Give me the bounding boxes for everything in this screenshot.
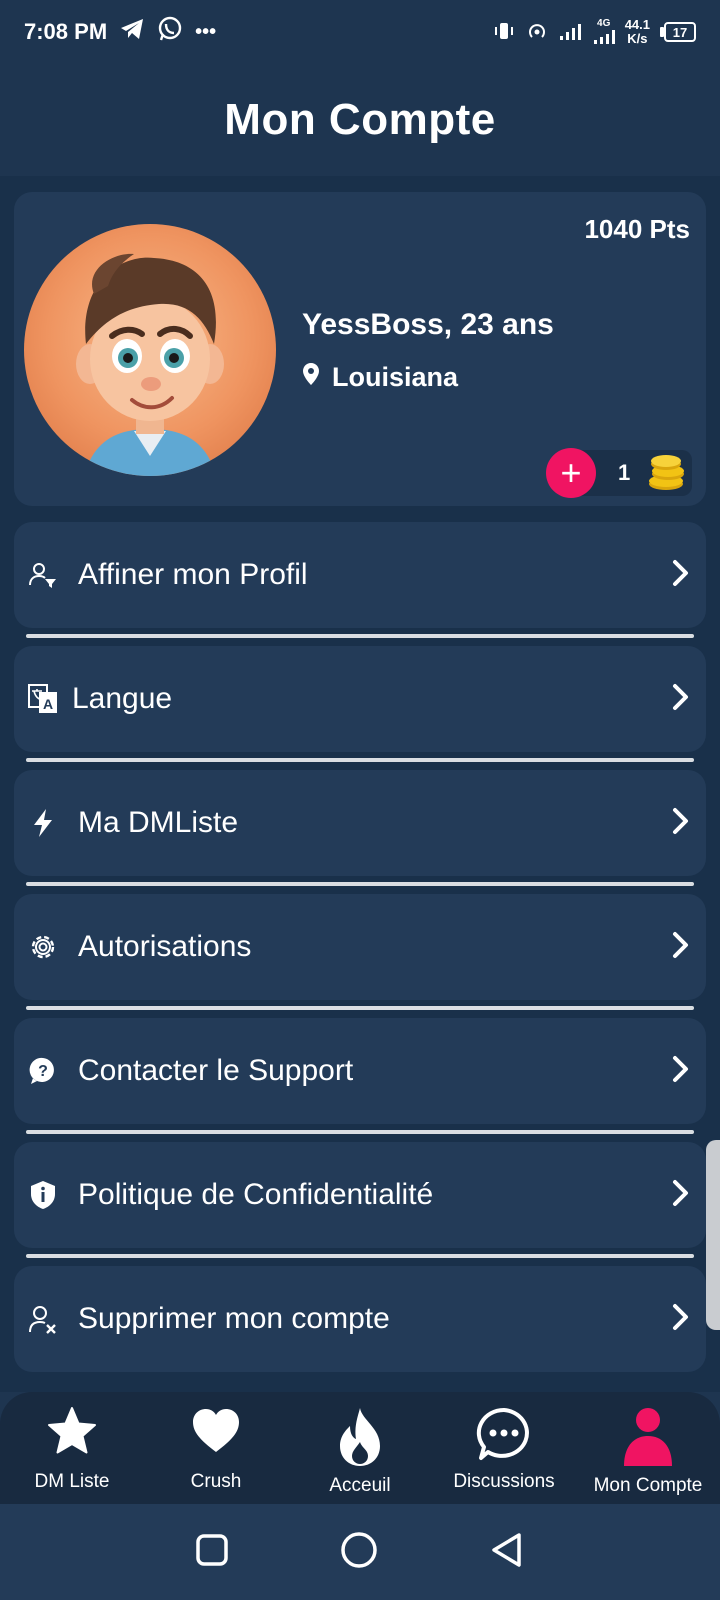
bolt-icon bbox=[26, 806, 60, 840]
menu-item-label: Ma DMListe bbox=[78, 806, 239, 839]
shield-info-icon bbox=[26, 1178, 60, 1212]
divider bbox=[26, 758, 694, 762]
heart-icon bbox=[190, 1406, 242, 1461]
profile-card: 1040 Pts YessBoss, 23 ans Louisiana + 1 bbox=[14, 192, 706, 506]
telegram-icon bbox=[119, 17, 145, 47]
nav-label: Discussions bbox=[453, 1471, 555, 1492]
svg-text:?: ? bbox=[38, 1063, 48, 1080]
person-icon bbox=[620, 1406, 676, 1473]
back-button[interactable] bbox=[489, 1531, 525, 1574]
chevron-right-icon bbox=[670, 806, 692, 841]
menu-item-label: Autorisations bbox=[78, 930, 252, 963]
chevron-right-icon bbox=[670, 558, 692, 593]
question-circle-icon: ? bbox=[26, 1054, 60, 1088]
menu-item-language[interactable]: A Langue bbox=[14, 646, 706, 752]
map-pin-icon bbox=[302, 362, 320, 393]
menu-item-label: Langue bbox=[72, 682, 173, 715]
chevron-right-icon bbox=[670, 682, 692, 717]
flame-icon bbox=[334, 1406, 386, 1473]
profile-name: YessBoss, 23 ans bbox=[302, 308, 554, 341]
points-value: 1040 Pts bbox=[584, 214, 690, 244]
profile-location: Louisiana bbox=[302, 362, 458, 393]
coins-widget: + 1 bbox=[546, 448, 692, 498]
scroll-indicator[interactable] bbox=[706, 1140, 720, 1330]
battery-level: 17 bbox=[664, 22, 696, 42]
user-remove-icon bbox=[26, 1302, 60, 1336]
divider bbox=[26, 1006, 694, 1010]
chevron-right-icon bbox=[670, 1178, 692, 1213]
user-filter-icon bbox=[26, 558, 60, 592]
whatsapp-icon bbox=[157, 16, 183, 48]
chevron-right-icon bbox=[670, 930, 692, 965]
chevron-right-icon bbox=[670, 1054, 692, 1089]
system-navigation-bar bbox=[0, 1504, 720, 1600]
nav-label: Mon Compte bbox=[593, 1475, 703, 1496]
nav-item-my-account[interactable]: Mon Compte bbox=[576, 1392, 720, 1504]
menu-item-label: Supprimer mon compte bbox=[78, 1302, 390, 1335]
status-bar: 7:08 PM ••• 4G 44.1 K/s 17 bbox=[0, 0, 720, 64]
recents-button[interactable] bbox=[195, 1533, 229, 1572]
translate-icon: A bbox=[26, 682, 60, 716]
nav-item-crush[interactable]: Crush bbox=[144, 1392, 288, 1504]
battery-icon: 17 bbox=[660, 22, 696, 42]
nav-label: Acceuil bbox=[329, 1475, 391, 1496]
page-title: Mon Compte bbox=[224, 95, 496, 144]
location-label: Louisiana bbox=[332, 362, 459, 392]
speed-value: 44.1 bbox=[624, 17, 650, 33]
gear-icon bbox=[26, 930, 60, 964]
menu-item-privacy-policy[interactable]: Politique de Confidentialité bbox=[14, 1142, 706, 1248]
app-bar: Mon Compte bbox=[0, 64, 720, 176]
chat-bubble-icon bbox=[475, 1406, 533, 1467]
speed-unit: K/s bbox=[627, 31, 648, 46]
svg-text:A: A bbox=[43, 696, 53, 712]
avatar[interactable] bbox=[24, 224, 276, 476]
nav-item-discussions[interactable]: Discussions bbox=[432, 1392, 576, 1504]
vibrate-icon bbox=[493, 20, 515, 45]
menu-item-label: Contacter le Support bbox=[78, 1054, 354, 1087]
star-icon bbox=[46, 1406, 98, 1461]
menu-item-label: Politique de Confidentialité bbox=[78, 1178, 434, 1211]
menu-item-delete-account[interactable]: Supprimer mon compte bbox=[14, 1266, 706, 1372]
chevron-right-icon bbox=[670, 1302, 692, 1337]
menu-item-label: Affiner mon Profil bbox=[78, 558, 308, 591]
hotspot-icon bbox=[525, 20, 549, 45]
network-indicator: 4G bbox=[593, 19, 615, 45]
nav-item-home[interactable]: Acceuil bbox=[288, 1392, 432, 1504]
bottom-navigation: DM Liste Crush Acceuil Discussions Mon C… bbox=[0, 1392, 720, 1504]
menu-item-refine-profile[interactable]: Affiner mon Profil bbox=[14, 522, 706, 628]
menu-item-contact-support[interactable]: ? Contacter le Support bbox=[14, 1018, 706, 1124]
coins-icon bbox=[646, 454, 686, 497]
account-content[interactable]: 1040 Pts YessBoss, 23 ans Louisiana + 1 bbox=[0, 176, 720, 1392]
menu-item-dm-list[interactable]: Ma DMListe bbox=[14, 770, 706, 876]
nav-label: Crush bbox=[190, 1471, 242, 1492]
status-time: 7:08 PM bbox=[24, 19, 108, 44]
network-type: 4G bbox=[597, 18, 611, 29]
coins-count: 1 bbox=[618, 460, 631, 485]
menu-item-permissions[interactable]: Autorisations bbox=[14, 894, 706, 1000]
more-notifications-icon: ••• bbox=[195, 20, 217, 43]
data-speed: 44.1 K/s bbox=[625, 18, 650, 45]
nav-label: DM Liste bbox=[34, 1471, 110, 1492]
home-button[interactable] bbox=[340, 1531, 378, 1574]
divider bbox=[26, 882, 694, 886]
divider bbox=[26, 1130, 694, 1134]
divider bbox=[26, 634, 694, 638]
nav-item-dm-list[interactable]: DM Liste bbox=[0, 1392, 144, 1504]
signal-icon bbox=[559, 21, 583, 44]
add-coins-button[interactable]: + bbox=[546, 448, 596, 498]
divider bbox=[26, 1254, 694, 1258]
